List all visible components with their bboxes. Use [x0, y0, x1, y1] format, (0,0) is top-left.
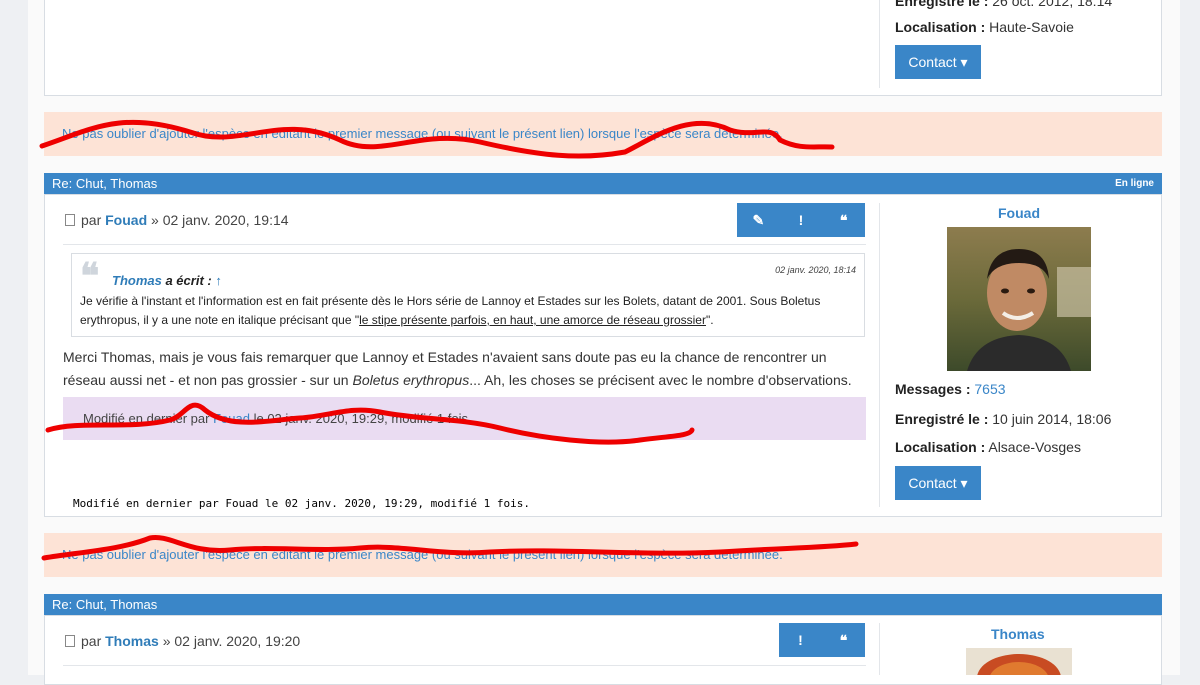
post-title[interactable]: Re: Chut, Thomas	[52, 176, 157, 191]
post-header-divider-2	[63, 665, 866, 666]
profile-divider	[879, 203, 880, 507]
profile-divider-2	[879, 623, 880, 675]
edited-prefix: Modifié en dernier par	[83, 411, 210, 426]
top-location-line: Localisation : Haute-Savoie	[895, 19, 1074, 35]
location-label: Localisation :	[895, 439, 986, 455]
post-header-divider	[63, 244, 866, 245]
avatar[interactable]	[947, 227, 1091, 371]
quote-block: ❝ Thomas a écrit : ↑ 02 janv. 2020, 18:1…	[71, 253, 865, 337]
notice-banner-1[interactable]: Ne pas oublier d'ajouter l'espèce en édi…	[44, 112, 1162, 156]
registered-label: Enregistré le :	[895, 411, 989, 427]
profile-divider	[879, 0, 880, 88]
quote-wrote: a écrit :	[165, 273, 212, 288]
quote-icon[interactable]: ❝	[822, 203, 865, 237]
registered-value: 10 juin 2014, 18:06	[992, 411, 1112, 427]
edited-notice: Modifié en dernier par Fouad le 02 janv.…	[63, 397, 866, 440]
top-registered-line: Enregistré le : 26 oct. 2012, 18:14	[895, 0, 1112, 9]
report-icon[interactable]: !	[779, 623, 822, 657]
report-icon[interactable]: !	[780, 203, 823, 237]
messages-line: Messages : 7653	[895, 381, 1006, 397]
notice-banner-2[interactable]: Ne pas oublier d'ajouter l'espèce en édi…	[44, 533, 1162, 577]
quote-icon[interactable]: ❝	[822, 623, 865, 657]
quote-header: Thomas a écrit : ↑	[112, 273, 222, 288]
post-byline: par Fouad » 02 janv. 2020, 19:14	[65, 212, 289, 228]
location-label: Localisation :	[895, 19, 986, 35]
contact-button[interactable]: Contact ▾	[895, 466, 981, 500]
quote-text-after: ".	[705, 313, 714, 327]
post-action-buttons: ✎ ! ❝	[737, 203, 865, 237]
edit-icon[interactable]: ✎	[737, 203, 780, 237]
quote-text: Je vérifie à l'instant et l'information …	[80, 292, 858, 330]
contact-button-top[interactable]: Contact ▾	[895, 45, 981, 79]
location-value: Alsace-Vosges	[988, 439, 1081, 455]
location-value: Haute-Savoie	[989, 19, 1074, 35]
post-card-top	[44, 0, 1162, 96]
messages-count-link[interactable]: 7653	[974, 381, 1005, 397]
registered-label: Enregistré le :	[895, 0, 989, 9]
post-author-2[interactable]: Thomas	[105, 633, 159, 649]
post-message: Merci Thomas, mais je vous fais remarque…	[63, 346, 868, 392]
edited-author[interactable]: Fouad	[213, 411, 250, 426]
registered-value: 26 oct. 2012, 18:14	[992, 0, 1113, 9]
message-italic: Boletus erythropus	[352, 372, 470, 388]
messages-label: Messages :	[895, 381, 971, 397]
online-status: En ligne	[1115, 178, 1154, 189]
post-author[interactable]: Fouad	[105, 212, 147, 228]
post-action-buttons-2: ! ❝	[779, 623, 865, 657]
quote-date: 02 janv. 2020, 18:14	[775, 265, 856, 275]
quote-mark-icon: ❝	[80, 255, 100, 297]
quote-text-link: le stipe présente parfois, en haut, une …	[359, 313, 706, 327]
registered-line: Enregistré le : 10 juin 2014, 18:06	[895, 411, 1111, 427]
quote-author[interactable]: Thomas	[112, 273, 162, 288]
post-title-bar-2: Re: Chut, Thomas	[44, 594, 1162, 615]
post-date-2: » 02 janv. 2020, 19:20	[162, 633, 301, 649]
post-title-bar: Re: Chut, Thomas En ligne	[44, 173, 1162, 194]
post-icon	[65, 214, 75, 226]
arrow-up-icon[interactable]: ↑	[215, 273, 222, 288]
post-title-2[interactable]: Re: Chut, Thomas	[52, 597, 157, 612]
edited-suffix: le 02 janv. 2020, 19:29, modifié 1 fois.	[253, 411, 472, 426]
post-date: » 02 janv. 2020, 19:14	[151, 212, 289, 228]
avatar-2[interactable]	[966, 648, 1072, 675]
profile-name[interactable]: Fouad	[998, 205, 1040, 221]
profile-name-2[interactable]: Thomas	[991, 626, 1045, 642]
location-line: Localisation : Alsace-Vosges	[895, 439, 1081, 455]
post-byline-2: par Thomas » 02 janv. 2020, 19:20	[65, 633, 300, 649]
post-icon	[65, 635, 75, 647]
message-after: ... Ah, les choses se précisent avec le …	[469, 372, 852, 388]
by-label: par	[81, 212, 102, 228]
edit-note-annotation: Modifié en dernier par Fouad le 02 janv.…	[73, 497, 530, 510]
by-label-2: par	[81, 633, 102, 649]
